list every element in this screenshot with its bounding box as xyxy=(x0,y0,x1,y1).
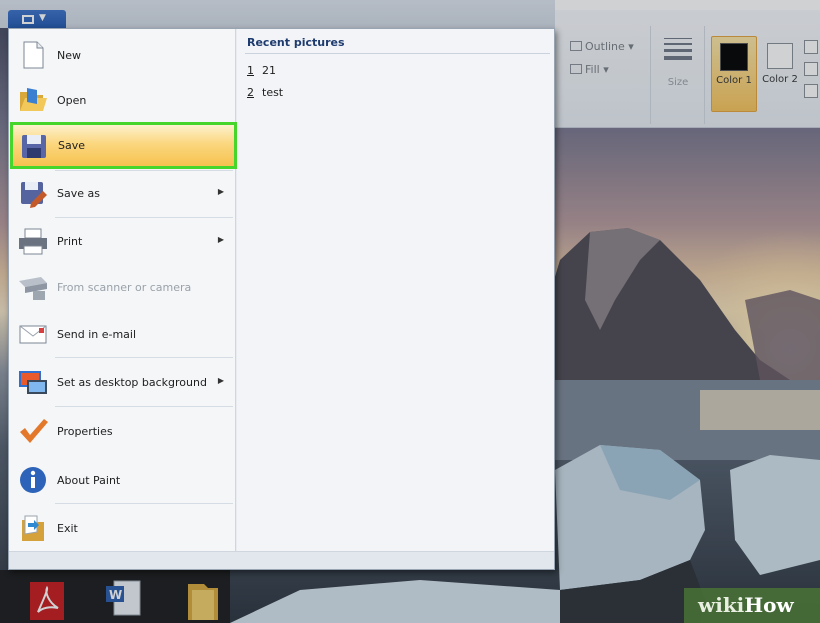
recent-divider xyxy=(245,53,550,54)
open-folder-icon xyxy=(17,84,49,116)
printer-icon xyxy=(17,225,49,257)
menu-item-exit[interactable]: Exit xyxy=(12,506,234,550)
size-button[interactable] xyxy=(664,38,692,64)
save-icon xyxy=(18,130,50,162)
submenu-arrow-icon: ▶ xyxy=(217,187,224,196)
recent-item[interactable]: 2 test xyxy=(247,86,283,99)
color2-button[interactable]: Color 2 xyxy=(760,36,800,112)
title-strip xyxy=(0,0,555,28)
color2-swatch xyxy=(767,43,793,69)
color2-label: Color 2 xyxy=(762,74,798,85)
palette-swatch[interactable] xyxy=(804,40,818,54)
submenu-arrow-icon: ▶ xyxy=(217,376,224,385)
menu-footer xyxy=(9,551,554,569)
recent-item[interactable]: 1 21 xyxy=(247,64,276,77)
word-taskbar-icon[interactable]: W xyxy=(104,578,142,620)
info-icon xyxy=(17,464,49,496)
fill-button[interactable]: Fill ▾ xyxy=(570,63,609,76)
recent-pictures-panel: Recent pictures 1 21 2 test xyxy=(237,29,554,551)
menu-separator xyxy=(55,503,233,504)
exit-icon xyxy=(17,512,49,544)
menu-item-open[interactable]: Open xyxy=(12,78,234,122)
size-label: Size xyxy=(667,77,689,88)
color1-swatch xyxy=(720,43,748,71)
application-menu: New Open Save Save as ▶ Print ▶ From sca… xyxy=(8,28,555,570)
outline-icon xyxy=(570,41,582,51)
desktop-icon xyxy=(17,366,49,398)
ribbon: Outline ▾ Fill ▾ Size Color 1 Color 2 xyxy=(554,10,820,128)
color1-label: Color 1 xyxy=(716,75,752,86)
checkmark-icon xyxy=(17,415,49,447)
email-icon xyxy=(17,318,49,350)
menu-item-set-desktop-background[interactable]: Set as desktop background ▶ xyxy=(12,360,234,404)
menu-commands: New Open Save Save as ▶ Print ▶ From sca… xyxy=(9,29,237,551)
menu-separator xyxy=(55,406,233,407)
wikihow-watermark: wikiHow xyxy=(684,588,820,623)
scanner-icon xyxy=(17,271,49,303)
fill-icon xyxy=(570,64,582,74)
ribbon-divider xyxy=(704,26,705,124)
paint-menu-icon xyxy=(22,15,34,24)
app-menu-button[interactable]: ▼ xyxy=(8,10,66,29)
save-as-icon xyxy=(17,177,49,209)
submenu-arrow-icon: ▶ xyxy=(217,235,224,244)
recent-pictures-title: Recent pictures xyxy=(247,36,345,49)
menu-item-print[interactable]: Print ▶ xyxy=(12,219,234,263)
outline-button[interactable]: Outline ▾ xyxy=(570,40,634,53)
acrobat-taskbar-icon[interactable] xyxy=(28,578,66,620)
window-top-band xyxy=(555,0,820,10)
new-file-icon xyxy=(17,39,49,71)
menu-item-save-as[interactable]: Save as ▶ xyxy=(12,171,234,215)
ribbon-divider xyxy=(650,26,651,124)
menu-item-about-paint[interactable]: About Paint xyxy=(12,458,234,502)
menu-separator xyxy=(55,217,233,218)
folder-taskbar-icon[interactable] xyxy=(184,578,222,620)
chevron-down-icon: ▼ xyxy=(39,13,46,23)
menu-item-save[interactable]: Save xyxy=(10,122,237,169)
menu-item-from-scanner[interactable]: From scanner or camera xyxy=(12,265,234,309)
menu-item-properties[interactable]: Properties xyxy=(12,409,234,453)
menu-separator xyxy=(55,357,233,358)
menu-item-send-email[interactable]: Send in e-mail xyxy=(12,312,234,356)
svg-text:W: W xyxy=(109,588,122,602)
palette-swatch[interactable] xyxy=(804,84,818,98)
palette-swatch[interactable] xyxy=(804,62,818,76)
color1-button[interactable]: Color 1 xyxy=(711,36,757,112)
menu-item-new[interactable]: New xyxy=(12,33,234,77)
